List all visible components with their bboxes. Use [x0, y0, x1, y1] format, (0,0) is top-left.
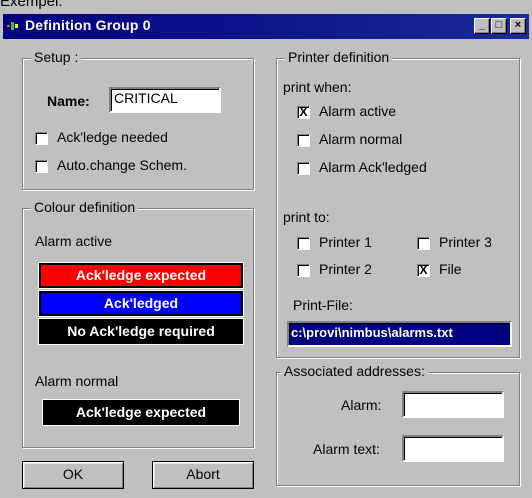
setup-legend: Setup :: [31, 49, 82, 65]
setup-group: Setup : Name: CRITICAL Ack'ledge needed …: [22, 49, 254, 190]
ok-button[interactable]: OK: [22, 461, 124, 489]
printer3-label: Printer 3: [439, 234, 492, 250]
print-file-input[interactable]: c:\provi\nimbus\alarms.txt: [287, 321, 512, 347]
maximize-button[interactable]: □: [491, 18, 507, 34]
when-normal-label: Alarm normal: [319, 131, 403, 147]
no-ack-color-button[interactable]: No Ack'ledge required: [38, 318, 244, 345]
caption-text: Exempel:: [0, 0, 63, 10]
dialog-window: Definition Group 0 _ □ × Setup : Name: C…: [0, 0, 532, 498]
name-input[interactable]: CRITICAL: [109, 87, 221, 113]
normal-ack-expected-color-button[interactable]: Ack'ledge expected: [42, 399, 240, 426]
auto-change-label: Auto.change Schem.: [57, 157, 187, 173]
when-active-label: Alarm active: [319, 103, 397, 119]
addresses-legend: Associated addresses:: [281, 363, 428, 379]
close-button[interactable]: ×: [510, 18, 526, 34]
when-active-checkbox[interactable]: X: [297, 105, 310, 119]
file-check: X: [419, 263, 428, 277]
colour-legend: Colour definition: [31, 199, 139, 215]
alarm-active-label: Alarm active: [35, 233, 113, 249]
alarm-label: Alarm:: [341, 397, 382, 413]
minimize-button[interactable]: _: [474, 18, 490, 34]
auto-change-checkbox[interactable]: [35, 160, 48, 173]
when-active-check: X: [299, 105, 308, 119]
file-checkbox[interactable]: X: [417, 263, 430, 277]
when-acked-checkbox[interactable]: [297, 162, 310, 175]
ack-needed-checkbox[interactable]: [35, 132, 48, 145]
when-acked-label: Alarm Ack'ledged: [319, 159, 427, 175]
abort-button[interactable]: Abort: [152, 461, 254, 489]
printer1-label: Printer 1: [319, 234, 372, 250]
alarm-normal-label: Alarm normal: [35, 373, 119, 389]
maximize-icon: □: [495, 19, 503, 31]
alarm-text-input[interactable]: [402, 435, 504, 462]
ack-expected-color-button[interactable]: Ack'ledge expected: [38, 262, 244, 289]
colour-group: Colour definition Alarm active Ack'ledge…: [22, 199, 254, 448]
printer3-checkbox[interactable]: [417, 237, 430, 250]
addresses-group: Associated addresses: Alarm: Alarm text:: [276, 363, 520, 486]
ack-needed-label: Ack'ledge needed: [57, 129, 168, 145]
alarm-text-label: Alarm text:: [313, 441, 380, 457]
file-label: File: [439, 261, 462, 277]
print-when-label: print when:: [283, 79, 352, 95]
print-to-label: print to:: [283, 209, 330, 225]
title-bar[interactable]: Definition Group 0 _ □ ×: [3, 14, 529, 39]
minimize-icon: _: [478, 19, 486, 31]
printer1-checkbox[interactable]: [297, 237, 310, 250]
printer2-label: Printer 2: [319, 261, 372, 277]
window-title: Definition Group 0: [25, 17, 151, 33]
printer-legend: Printer definition: [285, 49, 393, 65]
acknowledged-color-button[interactable]: Ack'ledged: [38, 290, 244, 317]
alarm-input[interactable]: [402, 391, 504, 418]
close-icon: ×: [514, 19, 522, 31]
name-label: Name:: [47, 93, 90, 109]
app-icon: [7, 22, 18, 30]
printer-group: Printer definition print when: X Alarm a…: [276, 49, 520, 358]
print-file-label: Print-File:: [293, 297, 353, 313]
when-normal-checkbox[interactable]: [297, 134, 310, 147]
printer2-checkbox[interactable]: [297, 264, 310, 277]
